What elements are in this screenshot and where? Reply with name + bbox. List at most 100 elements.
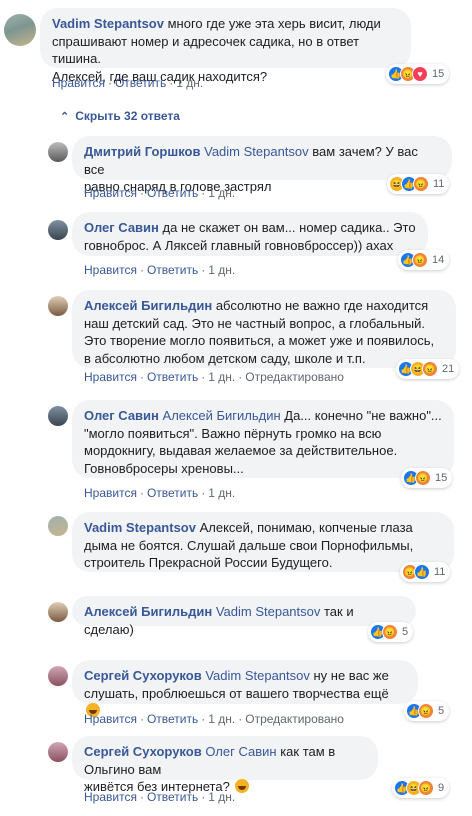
reply-4: Олег Савин Алексей Бигильдин Да... конеч… bbox=[0, 400, 472, 512]
reply-button[interactable]: Ответить bbox=[147, 486, 198, 500]
timestamp[interactable]: 1 дн. bbox=[208, 486, 235, 500]
reaction-count: 14 bbox=[432, 254, 445, 266]
love-reaction-icon: ♥ bbox=[412, 66, 428, 82]
reaction-summary[interactable]: 👍 😆 😠 21 bbox=[396, 359, 460, 379]
like-button[interactable]: Нравится bbox=[84, 712, 137, 726]
comment-0: Vadim Stepantsov много где уже эта херь … bbox=[0, 0, 472, 100]
comment-text-line: спрашивают номер и адресочек садика, но … bbox=[52, 33, 360, 67]
timestamp[interactable]: 1 дн. bbox=[208, 712, 235, 726]
comment-actions: Нравится · Ответить · 1 дн. · Отредактировано bbox=[84, 712, 344, 726]
angry-reaction-icon: 😠 bbox=[422, 361, 438, 377]
comment-actions: Нравится · Ответить · 1 дн. bbox=[84, 790, 236, 804]
avatar[interactable] bbox=[48, 602, 68, 622]
reaction-summary[interactable]: 👍 😠 15 bbox=[401, 468, 453, 488]
mention-link[interactable]: Vadim Stepantsov bbox=[204, 144, 309, 159]
chevron-up-icon: ⌃ bbox=[60, 110, 70, 123]
avatar[interactable] bbox=[48, 142, 68, 162]
comment-bubble: Vadim Stepantsov много где уже эта херь … bbox=[40, 8, 411, 84]
avatar[interactable] bbox=[48, 296, 68, 316]
like-button[interactable]: Нравится bbox=[84, 263, 137, 277]
comment-text-line: много где уже эта херь висит, люди bbox=[167, 16, 381, 31]
reaction-summary[interactable]: 😠 👍 11 bbox=[400, 562, 451, 582]
comment-bubble: Сергей Сухоруков Олег Савин как там в Ол… bbox=[72, 736, 378, 794]
reaction-summary[interactable]: 👍 😠 14 bbox=[398, 250, 450, 270]
avatar[interactable] bbox=[4, 14, 36, 46]
reply-8: Сергей Сухоруков Олег Савин как там в Ол… bbox=[0, 736, 472, 812]
timestamp[interactable]: 1 дн. bbox=[176, 76, 203, 90]
hide-replies-label: Скрыть 32 ответа bbox=[75, 109, 180, 123]
comment-author[interactable]: Алексей Бигильдин bbox=[84, 298, 212, 313]
comment-actions: Нравится · Ответить · 1 дн. bbox=[84, 263, 236, 277]
comment-actions: Нравится · Ответить · 1 дн. bbox=[52, 76, 204, 90]
comment-text-line: абсолютно не важно где находится bbox=[215, 298, 429, 313]
like-button[interactable]: Нравится bbox=[84, 486, 137, 500]
comment-author[interactable]: Сергей Сухоруков bbox=[84, 668, 202, 683]
edited-label[interactable]: Отредактировано bbox=[245, 370, 344, 384]
reaction-count: 5 bbox=[402, 626, 409, 638]
reaction-summary[interactable]: 👍 😆 😠 9 bbox=[392, 778, 450, 798]
comment-text-line: Да... конечно "не важно"... bbox=[284, 408, 442, 423]
comment-text-line: Алексей, понимаю, копченые глаза bbox=[199, 520, 413, 535]
timestamp[interactable]: 1 дн. bbox=[208, 370, 235, 384]
reaction-count: 15 bbox=[432, 68, 445, 80]
comment-text-line: слушать, проблюешься от вашего творчеств… bbox=[84, 685, 389, 701]
avatar[interactable] bbox=[48, 406, 68, 426]
reaction-summary[interactable]: 👍 😠 ♥ 15 bbox=[386, 64, 450, 84]
comment-text-line: ну не вас же bbox=[313, 668, 389, 683]
avatar[interactable] bbox=[48, 516, 68, 536]
like-button[interactable]: Нравится bbox=[84, 370, 137, 384]
comment-actions: Нравится · Ответить · 1 дн. bbox=[84, 486, 236, 500]
mention-link[interactable]: Алексей Бигильдин bbox=[163, 408, 281, 423]
comment-text-line: "могло появиться". Важно пёрнуть громко … bbox=[84, 425, 382, 441]
reaction-summary[interactable]: 👍 😠 5 bbox=[404, 701, 450, 721]
reply-1: Дмитрий Горшков Vadim Stepantsov вам зач… bbox=[0, 130, 472, 210]
reply-button[interactable]: Ответить bbox=[147, 712, 198, 726]
avatar[interactable] bbox=[48, 666, 68, 686]
reply-button[interactable]: Ответить bbox=[115, 76, 166, 90]
reaction-count: 11 bbox=[434, 566, 446, 578]
comment-author[interactable]: Дмитрий Горшков bbox=[84, 144, 200, 159]
avatar[interactable] bbox=[48, 742, 68, 762]
like-button[interactable]: Нравится bbox=[84, 186, 137, 200]
like-button[interactable]: Нравится bbox=[84, 790, 137, 804]
angry-reaction-icon: 😠 bbox=[418, 780, 434, 796]
reaction-summary[interactable]: 👍 😠 5 bbox=[368, 622, 414, 642]
comment-bubble: Сергей Сухоруков Vadim Stepantsov ну не … bbox=[72, 660, 418, 717]
comment-bubble: Олег Савин да не скажет он вам... номер … bbox=[72, 212, 428, 256]
comment-bubble: Олег Савин Алексей Бигильдин Да... конеч… bbox=[72, 400, 454, 478]
comment-bubble: Алексей Бигильдин Vadim Stepantsov так и… bbox=[72, 596, 416, 637]
comment-text-line: Это творение могло появиться, а может уж… bbox=[84, 333, 435, 348]
timestamp[interactable]: 1 дн. bbox=[208, 263, 235, 277]
reply-6: Алексей Бигильдин Vadim Stepantsov так и… bbox=[0, 596, 472, 656]
edited-label[interactable]: Отредактировано bbox=[245, 712, 344, 726]
comment-author[interactable]: Олег Савин bbox=[84, 220, 159, 235]
hide-replies-button[interactable]: ⌃ Скрыть 32 ответа bbox=[60, 109, 180, 123]
reply-7: Сергей Сухоруков Vadim Stepantsov ну не … bbox=[0, 660, 472, 726]
comment-text-line: дыма не боятся. Слушай дальше свои Порно… bbox=[84, 537, 414, 553]
comment-text-line: говноброс. А Ляксей главный говновброссе… bbox=[84, 237, 394, 253]
comment-author[interactable]: Vadim Stepantsov bbox=[84, 520, 196, 535]
comment-text-line: наш детский сад. Это не частный вопрос, … bbox=[84, 315, 425, 331]
mention-link[interactable]: Олег Савин bbox=[205, 744, 276, 759]
mention-link[interactable]: Vadim Stepantsov bbox=[216, 604, 321, 619]
comment-text-line: в абсолютно любом детском саду, школе и … bbox=[84, 350, 366, 366]
mention-link[interactable]: Vadim Stepantsov bbox=[205, 668, 310, 683]
reply-button[interactable]: Ответить bbox=[147, 370, 198, 384]
comment-author[interactable]: Сергей Сухоруков bbox=[84, 744, 202, 759]
timestamp[interactable]: 1 дн. bbox=[208, 790, 235, 804]
comment-author[interactable]: Олег Савин bbox=[84, 408, 159, 423]
timestamp[interactable]: 1 дн. bbox=[208, 186, 235, 200]
angry-reaction-icon: 😠 bbox=[418, 703, 434, 719]
comment-author[interactable]: Алексей Бигильдин bbox=[84, 604, 212, 619]
comment-author[interactable]: Vadim Stepantsov bbox=[52, 16, 164, 31]
comment-bubble: Алексей Бигильдин абсолютно не важно где… bbox=[72, 290, 456, 368]
reply-button[interactable]: Ответить bbox=[147, 186, 198, 200]
like-button[interactable]: Нравится bbox=[52, 76, 105, 90]
comment-text-line: строитель Прекрасной России Будущего. bbox=[84, 555, 333, 570]
angry-reaction-icon: 😠 bbox=[412, 252, 428, 268]
avatar[interactable] bbox=[48, 220, 68, 240]
reaction-summary[interactable]: 😆 👍 😠 11 bbox=[387, 174, 450, 194]
reply-button[interactable]: Ответить bbox=[147, 790, 198, 804]
reply-button[interactable]: Ответить bbox=[147, 263, 198, 277]
reply-5: Vadim Stepantsov Алексей, понимаю, копче… bbox=[0, 512, 472, 592]
